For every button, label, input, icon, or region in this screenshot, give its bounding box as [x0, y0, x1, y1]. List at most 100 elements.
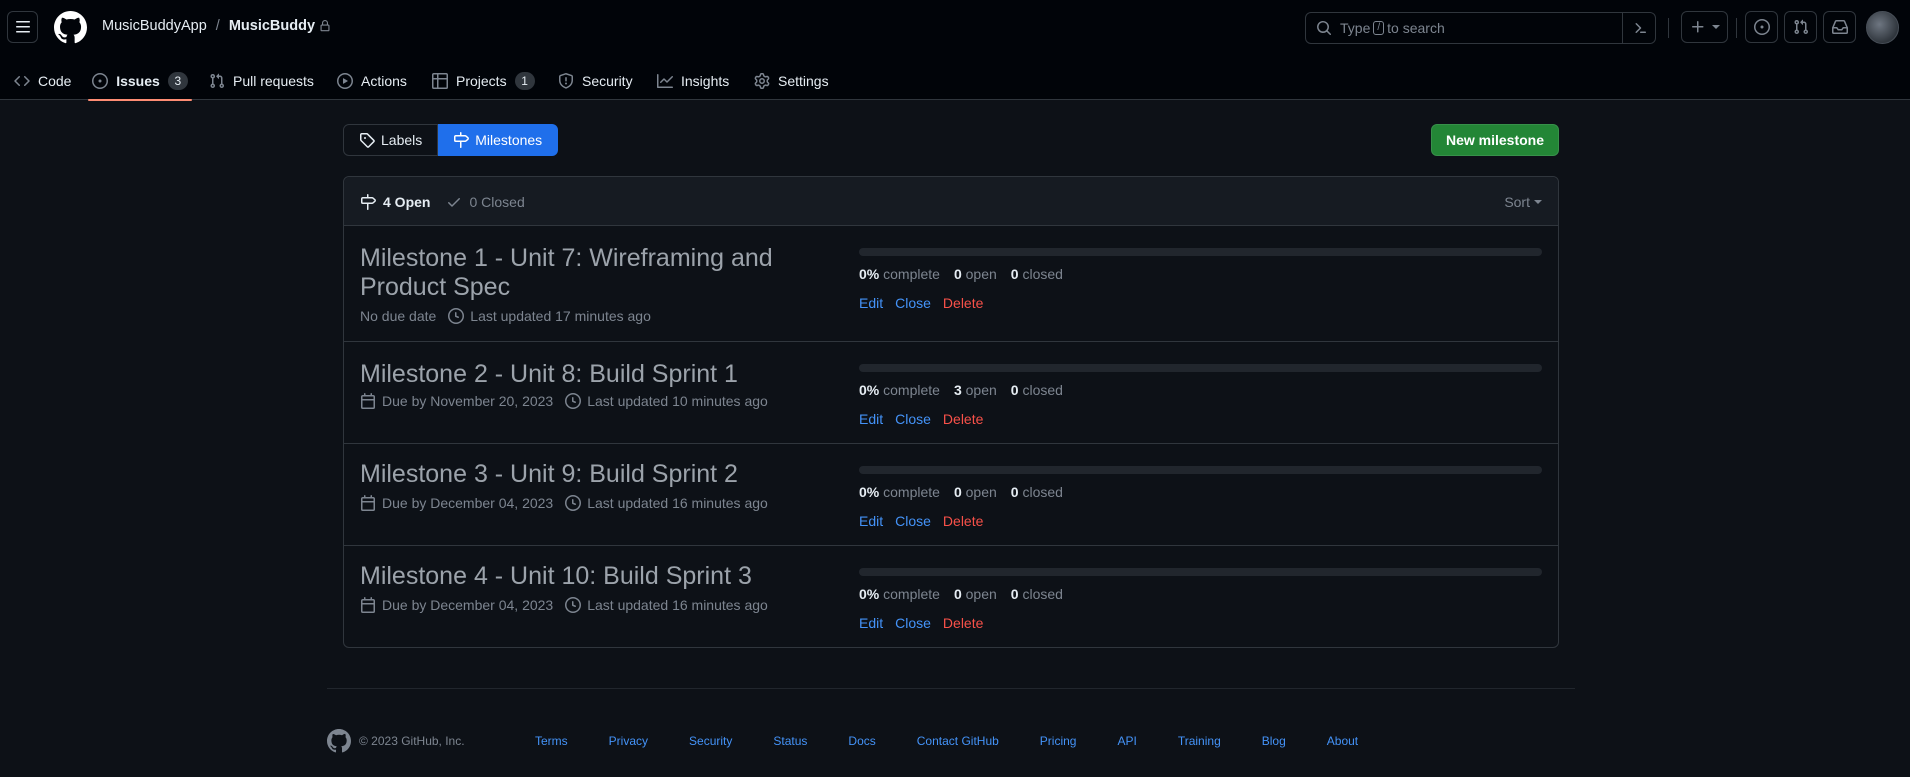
- clock-icon: [565, 495, 582, 511]
- user-avatar[interactable]: [1866, 11, 1899, 44]
- milestone-progress-bar: [859, 364, 1542, 372]
- milestone-title[interactable]: Milestone 3 - Unit 9: Build Sprint 2: [360, 460, 840, 489]
- tab-settings[interactable]: Settings: [754, 62, 829, 100]
- closed-label[interactable]: closed: [1022, 382, 1062, 398]
- inbox-button[interactable]: [1823, 11, 1856, 43]
- hamburger-menu-button[interactable]: [7, 11, 38, 43]
- edit-milestone-link[interactable]: Edit: [859, 295, 883, 311]
- footer-link-docs[interactable]: Docs: [848, 734, 875, 748]
- breadcrumb-owner-link[interactable]: MusicBuddyApp: [102, 18, 207, 34]
- tab-code-label: Code: [38, 73, 72, 89]
- milestone-progress-bar: [859, 568, 1542, 576]
- issues-button[interactable]: [1745, 11, 1778, 43]
- footer-link-status[interactable]: Status: [773, 734, 807, 748]
- delete-milestone-link[interactable]: Delete: [943, 295, 983, 311]
- percent-complete: 0%: [859, 484, 880, 500]
- command-palette-button[interactable]: [1622, 13, 1655, 43]
- github-logo-icon[interactable]: [54, 11, 87, 44]
- open-label[interactable]: open: [966, 266, 997, 282]
- code-icon: [14, 75, 30, 87]
- open-label[interactable]: open: [966, 484, 997, 500]
- complete-label: complete: [883, 484, 940, 500]
- milestone-row: Milestone 2 - Unit 8: Build Sprint 1 Due…: [344, 342, 1558, 444]
- milestone-stats: 0% complete 0 open 0 closed: [859, 266, 1077, 282]
- closed-milestones-filter[interactable]: 0 Closed: [446, 194, 525, 210]
- new-milestone-button[interactable]: New milestone: [1431, 124, 1559, 156]
- milestone-title[interactable]: Milestone 4 - Unit 10: Build Sprint 3: [360, 562, 840, 591]
- breadcrumb-separator: /: [215, 18, 220, 34]
- milestones-tab[interactable]: Milestones: [438, 124, 559, 156]
- milestone-actions: Edit Close Delete: [859, 513, 995, 529]
- git-pull-request-icon: [1793, 19, 1808, 35]
- footer-link-security[interactable]: Security: [689, 734, 732, 748]
- tab-projects[interactable]: Projects 1: [432, 62, 535, 100]
- breadcrumb-repo-link[interactable]: MusicBuddy: [229, 18, 315, 34]
- footer-link-blog[interactable]: Blog: [1262, 734, 1286, 748]
- milestone-last-updated: Last updated 16 minutes ago: [587, 495, 768, 511]
- closed-label[interactable]: closed: [1022, 266, 1062, 282]
- tab-pull-requests-label: Pull requests: [233, 73, 314, 89]
- clock-icon: [565, 597, 582, 613]
- clock-icon: [565, 393, 582, 409]
- breadcrumb: MusicBuddyApp / MusicBuddy: [102, 18, 331, 34]
- milestone-meta: No due date Last updated 17 minutes ago: [360, 308, 651, 324]
- percent-complete: 0%: [859, 266, 880, 282]
- tab-actions[interactable]: Actions: [337, 62, 407, 100]
- sort-label: Sort: [1504, 193, 1530, 210]
- milestone-title[interactable]: Milestone 2 - Unit 8: Build Sprint 1: [360, 360, 840, 389]
- github-logo-icon[interactable]: [327, 729, 351, 753]
- tab-security[interactable]: Security: [558, 62, 633, 100]
- search-shortcut-key: /: [1373, 21, 1385, 35]
- chevron-down-icon: [1711, 25, 1720, 29]
- open-label[interactable]: open: [966, 382, 997, 398]
- delete-milestone-link[interactable]: Delete: [943, 411, 983, 427]
- open-milestones-label: 4 Open: [383, 193, 431, 210]
- footer-divider: [327, 688, 1575, 689]
- pull-requests-button[interactable]: [1784, 11, 1817, 43]
- milestone-meta: Due by December 04, 2023 Last updated 16…: [360, 597, 768, 613]
- close-milestone-link[interactable]: Close: [895, 411, 931, 427]
- tab-pull-requests[interactable]: Pull requests: [209, 62, 314, 100]
- graph-icon: [657, 74, 673, 88]
- calendar-icon: [360, 597, 376, 613]
- close-milestone-link[interactable]: Close: [895, 513, 931, 529]
- open-count: 0: [953, 266, 962, 282]
- edit-milestone-link[interactable]: Edit: [859, 513, 883, 529]
- issue-opened-icon: [1753, 19, 1770, 35]
- footer-link-about[interactable]: About: [1327, 734, 1358, 748]
- issue-opened-icon: [92, 73, 109, 89]
- copyright-text: © 2023 GitHub, Inc.: [359, 734, 465, 748]
- complete-label: complete: [883, 586, 940, 602]
- tab-insights[interactable]: Insights: [657, 62, 729, 100]
- tab-code[interactable]: Code: [14, 62, 71, 100]
- sort-dropdown[interactable]: Sort: [1504, 177, 1542, 226]
- footer-link-pricing[interactable]: Pricing: [1040, 734, 1077, 748]
- projects-count-badge: 1: [514, 72, 535, 90]
- close-milestone-link[interactable]: Close: [895, 295, 931, 311]
- app-header: MusicBuddyApp / MusicBuddy Type / to sea…: [0, 0, 1910, 101]
- edit-milestone-link[interactable]: Edit: [859, 615, 883, 631]
- footer-link-api[interactable]: API: [1117, 734, 1136, 748]
- labels-tab[interactable]: Labels: [343, 124, 439, 156]
- open-milestones-filter[interactable]: 4 Open: [360, 193, 431, 210]
- tab-issues-label: Issues: [116, 73, 160, 89]
- footer-link-privacy[interactable]: Privacy: [609, 734, 648, 748]
- closed-label[interactable]: closed: [1022, 484, 1062, 500]
- edit-milestone-link[interactable]: Edit: [859, 411, 883, 427]
- shield-icon: [559, 73, 573, 89]
- delete-milestone-link[interactable]: Delete: [943, 615, 983, 631]
- search-input[interactable]: Type / to search: [1305, 12, 1656, 44]
- footer-link-contact[interactable]: Contact GitHub: [917, 734, 999, 748]
- milestone-actions: Edit Close Delete: [859, 411, 995, 427]
- milestone-title[interactable]: Milestone 1 - Unit 7: Wireframing and Pr…: [360, 244, 800, 302]
- close-milestone-link[interactable]: Close: [895, 615, 931, 631]
- tab-issues[interactable]: Issues 3: [88, 62, 192, 101]
- milestone-row: Milestone 1 - Unit 7: Wireframing and Pr…: [344, 226, 1558, 342]
- create-new-button[interactable]: [1681, 11, 1728, 43]
- delete-milestone-link[interactable]: Delete: [943, 513, 983, 529]
- footer-link-training[interactable]: Training: [1178, 734, 1221, 748]
- open-label[interactable]: open: [966, 586, 997, 602]
- footer-link-terms[interactable]: Terms: [535, 734, 568, 748]
- closed-label[interactable]: closed: [1022, 586, 1062, 602]
- milestone-last-updated: Last updated 17 minutes ago: [470, 308, 651, 324]
